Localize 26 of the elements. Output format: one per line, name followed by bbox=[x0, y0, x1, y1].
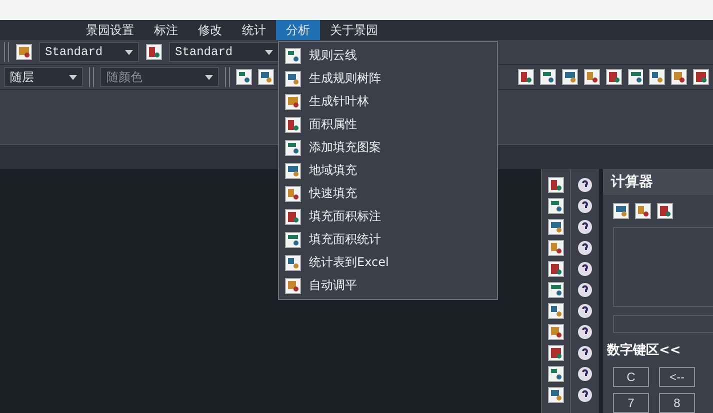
menu-entry[interactable]: 生成针叶林 bbox=[309, 93, 369, 110]
menu-entry[interactable]: 地域填充 bbox=[309, 162, 357, 179]
style-combo[interactable]: Standard bbox=[169, 42, 279, 62]
menu-entry[interactable]: 添加填充图案 bbox=[309, 139, 381, 156]
menu-item[interactable]: 分析 bbox=[276, 20, 320, 40]
menu-item[interactable]: 修改 bbox=[188, 20, 232, 40]
key-button[interactable]: 8 bbox=[659, 393, 695, 413]
layer-combo[interactable]: 随层 bbox=[4, 67, 84, 88]
menu-entry[interactable]: 自动调平 bbox=[309, 277, 357, 294]
menu-entry[interactable]: 规则云线 bbox=[309, 47, 357, 64]
keypad-label[interactable]: 数字键区<< bbox=[607, 341, 713, 360]
menu-item[interactable]: 标注 bbox=[144, 20, 188, 40]
menu-entry[interactable]: 填充面积统计 bbox=[309, 231, 381, 248]
menu-item[interactable]: 统计 bbox=[232, 20, 276, 40]
key-button[interactable]: <-- bbox=[659, 367, 695, 388]
menu-entry[interactable]: 快速填充 bbox=[309, 185, 357, 202]
menu-item[interactable]: 关于景园 bbox=[320, 20, 388, 40]
menu-entry[interactable]: 生成规则树阵 bbox=[309, 70, 381, 87]
key-button[interactable]: 7 bbox=[613, 393, 649, 413]
menu-entry[interactable]: 填充面积标注 bbox=[309, 208, 381, 225]
key-button[interactable]: C bbox=[613, 367, 649, 388]
panel-title: 计算器 bbox=[603, 169, 713, 196]
style-combo[interactable]: Standard bbox=[39, 42, 139, 62]
menu-item[interactable]: 景园设置 bbox=[76, 20, 144, 40]
menu-entry[interactable]: 统计表到Excel bbox=[309, 254, 389, 271]
menu-entry[interactable]: 面积属性 bbox=[309, 116, 357, 133]
